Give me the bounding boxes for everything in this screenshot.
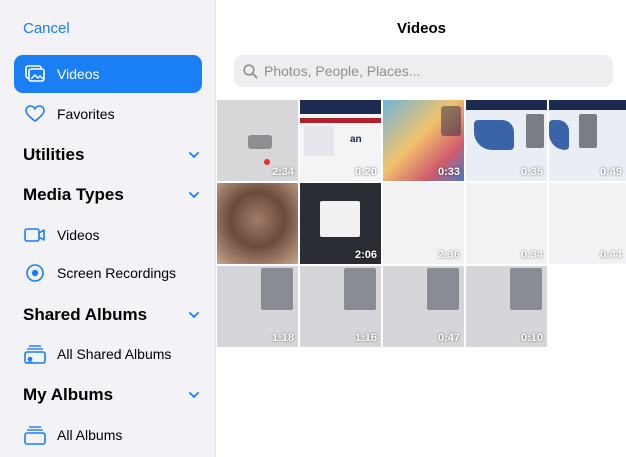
video-duration: 0:47 xyxy=(437,332,460,344)
video-thumbnail[interactable]: 1:18 xyxy=(217,266,298,347)
sidebar-item-label: Videos xyxy=(57,227,100,243)
video-thumbnail[interactable]: an 0:20 xyxy=(300,100,381,181)
video-thumbnail[interactable]: 0:47 xyxy=(383,266,464,347)
cancel-button[interactable]: Cancel xyxy=(23,20,70,37)
section-title: Media Types xyxy=(23,185,124,204)
search-bar[interactable] xyxy=(234,55,613,87)
album-stack-icon xyxy=(23,425,47,445)
chevron-down-icon[interactable] xyxy=(187,188,201,202)
chevron-down-icon[interactable] xyxy=(187,388,201,402)
search-icon xyxy=(243,63,258,78)
section-title: Utilities xyxy=(23,145,85,164)
video-thumbnail[interactable]: 2:06 xyxy=(300,183,381,264)
video-duration: 1:18 xyxy=(271,332,294,344)
sidebar-item-favorites[interactable]: Favorites xyxy=(14,95,202,133)
video-duration: 0:10 xyxy=(520,332,543,344)
photo-stack-icon xyxy=(23,64,47,84)
sidebar: Cancel Videos Favorites Utilities Media … xyxy=(0,0,216,457)
heart-icon xyxy=(23,104,47,124)
section-my-albums[interactable]: My Albums xyxy=(23,385,201,405)
sidebar-item-videos[interactable]: Videos xyxy=(14,55,202,93)
section-media-types[interactable]: Media Types xyxy=(23,185,201,205)
section-title: Shared Albums xyxy=(23,305,148,324)
sidebar-item-all-shared-albums[interactable]: All Shared Albums xyxy=(14,335,202,373)
video-duration: 2:36 xyxy=(437,249,460,261)
sidebar-item-all-albums[interactable]: All Albums xyxy=(14,416,202,454)
record-circle-icon xyxy=(23,263,47,283)
video-thumbnail[interactable]: 0:49 xyxy=(549,100,626,181)
video-thumbnail[interactable]: 0:10 xyxy=(466,266,547,347)
video-thumbnail[interactable]: 0:34 xyxy=(466,183,547,264)
video-duration: 2:06 xyxy=(354,249,377,261)
video-thumbnail[interactable]: 0:33 xyxy=(383,100,464,181)
video-duration: 0:20 xyxy=(354,166,377,178)
sidebar-item-label: Screen Recordings xyxy=(57,265,177,281)
video-thumbnail[interactable]: 2:36 xyxy=(383,183,464,264)
video-duration: 0:35 xyxy=(520,166,543,178)
section-shared-albums[interactable]: Shared Albums xyxy=(23,305,201,325)
sidebar-item-label: Favorites xyxy=(57,106,115,122)
search-input[interactable] xyxy=(264,63,584,79)
video-thumbnail[interactable]: 1:16 xyxy=(300,266,381,347)
sidebar-item-label: All Albums xyxy=(57,427,123,443)
video-thumbnail[interactable] xyxy=(217,183,298,264)
page-title: Videos xyxy=(397,20,446,37)
video-duration: 2:34 xyxy=(271,166,294,178)
sidebar-item-label: All Shared Albums xyxy=(57,346,172,362)
video-duration: 0:49 xyxy=(599,166,622,178)
chevron-down-icon[interactable] xyxy=(187,148,201,162)
main-content: Videos 2:34 an 0:20 0:33 xyxy=(217,0,626,457)
section-utilities[interactable]: Utilities xyxy=(23,145,201,165)
shared-album-icon xyxy=(23,344,47,364)
video-thumbnail[interactable]: 0:44 xyxy=(549,183,626,264)
sidebar-item-media-videos[interactable]: Videos xyxy=(14,216,202,254)
video-duration: 0:44 xyxy=(599,249,622,261)
video-duration: 0:33 xyxy=(437,166,460,178)
video-thumbnail[interactable]: 2:34 xyxy=(217,100,298,181)
video-camera-icon xyxy=(23,225,47,245)
video-duration: 0:34 xyxy=(520,249,543,261)
video-thumbnail[interactable]: 0:35 xyxy=(466,100,547,181)
sidebar-item-label: Videos xyxy=(57,66,100,82)
video-duration: 1:16 xyxy=(354,332,377,344)
sidebar-item-screen-recordings[interactable]: Screen Recordings xyxy=(14,254,202,292)
section-title: My Albums xyxy=(23,385,114,404)
chevron-down-icon[interactable] xyxy=(187,308,201,322)
